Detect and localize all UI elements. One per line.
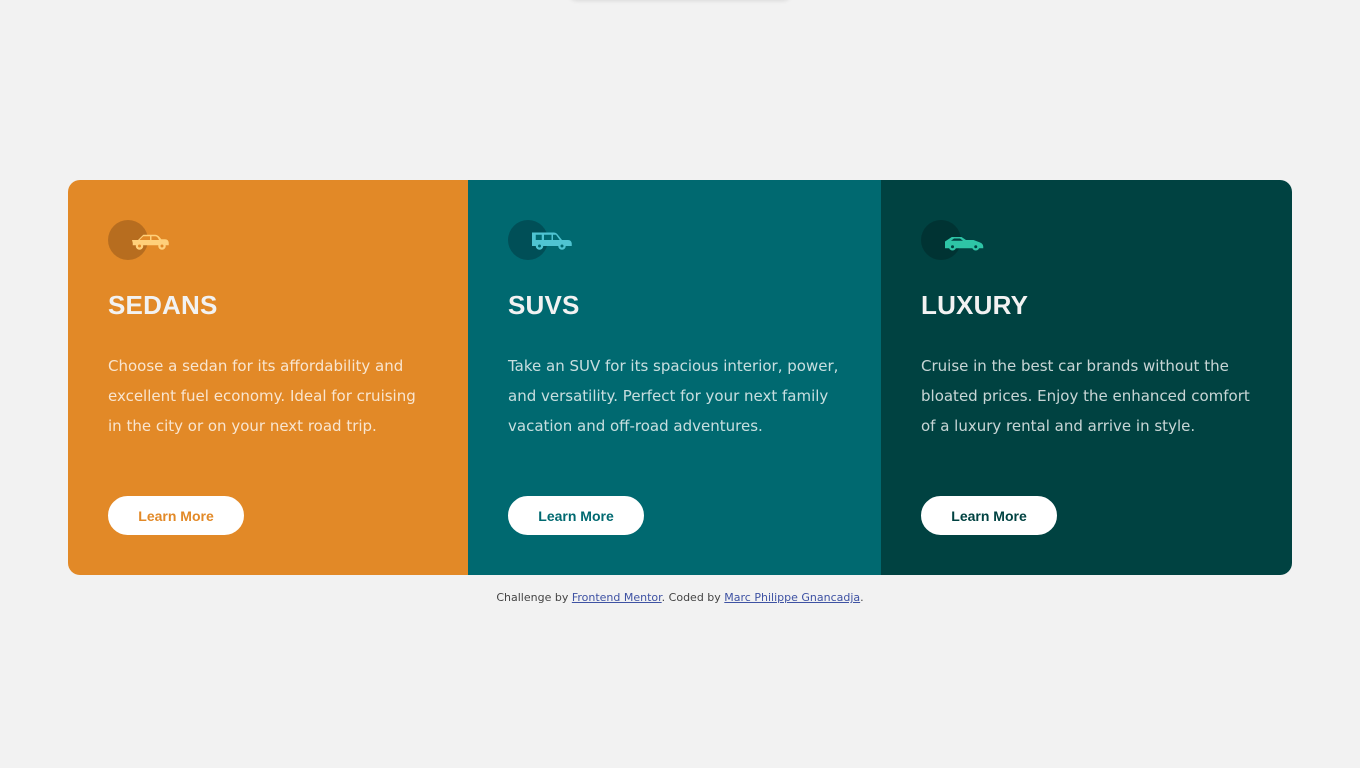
attribution-footer: Challenge by Frontend Mentor. Coded by M…	[0, 591, 1360, 604]
card-title: SEDANS	[108, 290, 218, 320]
sedan-car-icon-svg	[132, 234, 169, 250]
suv-car-icon	[508, 220, 588, 260]
footer-middle-text: . Coded by	[661, 591, 721, 604]
card-suvs: SUVS Take an SUV for its spacious interi…	[468, 180, 881, 575]
card-content: SUVS Take an SUV for its spacious interi…	[508, 220, 845, 535]
learn-more-button[interactable]: Learn More	[508, 496, 644, 535]
card-luxury: LUXURY Cruise in the best car brands wit…	[881, 180, 1292, 575]
card-content: SEDANS Choose a sedan for its affordabil…	[108, 220, 432, 535]
card-sedans: SEDANS Choose a sedan for its affordabil…	[68, 180, 468, 575]
car-cards: SEDANS Choose a sedan for its affordabil…	[68, 180, 1292, 575]
card-title: LUXURY	[921, 290, 1029, 320]
luxury-car-icon	[921, 220, 1001, 260]
suv-car-icon-svg	[532, 232, 572, 250]
footer-suffix: .	[860, 591, 864, 604]
footer-prefix: Challenge by	[496, 591, 569, 604]
frontend-mentor-link[interactable]: Frontend Mentor	[572, 591, 662, 604]
author-link[interactable]: Marc Philippe Gnancadja	[724, 591, 860, 604]
card-description: Take an SUV for its spacious interior, p…	[508, 357, 839, 436]
learn-more-button[interactable]: Learn More	[108, 496, 244, 535]
sedan-car-icon	[108, 220, 188, 260]
luxury-car-icon-svg	[945, 231, 984, 251]
card-description: Choose a sedan for its affordability and…	[108, 357, 416, 436]
card-description: Cruise in the best car brands without th…	[921, 357, 1250, 436]
card-content: LUXURY Cruise in the best car brands wit…	[921, 220, 1256, 535]
card-title: SUVS	[508, 290, 580, 320]
learn-more-button[interactable]: Learn More	[921, 496, 1057, 535]
